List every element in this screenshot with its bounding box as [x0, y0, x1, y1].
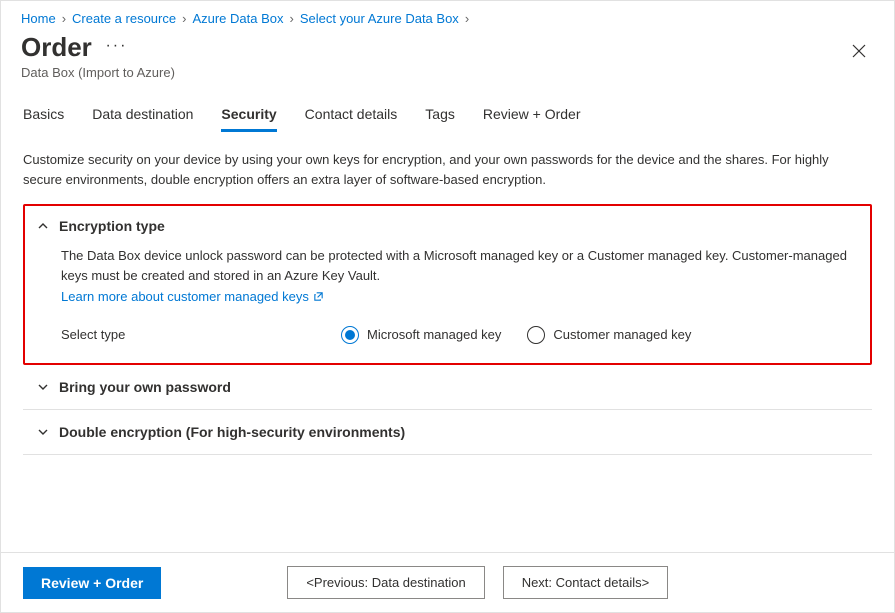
- breadcrumb-home[interactable]: Home: [21, 11, 56, 26]
- breadcrumb-azure-data-box[interactable]: Azure Data Box: [192, 11, 283, 26]
- radio-circle-icon: [341, 326, 359, 344]
- close-icon: [852, 44, 866, 58]
- review-order-button[interactable]: Review + Order: [23, 567, 161, 599]
- breadcrumb-select-box[interactable]: Select your Azure Data Box: [300, 11, 459, 26]
- chevron-right-icon: ›: [62, 11, 66, 26]
- chevron-up-icon: [37, 220, 49, 232]
- more-icon[interactable]: ···: [105, 32, 127, 60]
- encryption-body-text: The Data Box device unlock password can …: [61, 246, 856, 286]
- section-encryption-toggle[interactable]: Encryption type: [25, 206, 870, 246]
- chevron-right-icon: ›: [289, 11, 293, 26]
- section-double-title: Double encryption (For high-security env…: [59, 424, 405, 440]
- tab-list: Basics Data destination Security Contact…: [1, 94, 894, 132]
- section-password-toggle[interactable]: Bring your own password: [25, 367, 870, 407]
- radio-customer-label: Customer managed key: [553, 325, 691, 345]
- page-title: Order: [21, 32, 92, 63]
- chevron-right-icon: ›: [182, 11, 186, 26]
- tab-contact-details[interactable]: Contact details: [305, 98, 398, 132]
- section-double-encryption: Double encryption (For high-security env…: [23, 410, 872, 454]
- tab-data-destination[interactable]: Data destination: [92, 98, 193, 132]
- previous-button[interactable]: <Previous: Data destination: [287, 566, 484, 599]
- tab-review-order[interactable]: Review + Order: [483, 98, 581, 132]
- breadcrumb: Home › Create a resource › Azure Data Bo…: [1, 1, 894, 30]
- section-password-title: Bring your own password: [59, 379, 231, 395]
- radio-customer-managed-key[interactable]: Customer managed key: [527, 325, 691, 345]
- section-encryption-title: Encryption type: [59, 218, 165, 234]
- learn-more-link-text: Learn more about customer managed keys: [61, 287, 309, 307]
- section-encryption-type: Encryption type The Data Box device unlo…: [23, 204, 872, 365]
- tab-tags[interactable]: Tags: [425, 98, 455, 132]
- section-double-toggle[interactable]: Double encryption (For high-security env…: [25, 412, 870, 452]
- divider: [23, 454, 872, 455]
- footer-actions: Review + Order <Previous: Data destinati…: [1, 552, 894, 612]
- next-button[interactable]: Next: Contact details>: [503, 566, 669, 599]
- chevron-down-icon: [37, 426, 49, 438]
- select-type-label: Select type: [61, 325, 341, 345]
- learn-more-link[interactable]: Learn more about customer managed keys: [61, 287, 324, 307]
- radio-microsoft-managed-key[interactable]: Microsoft managed key: [341, 325, 501, 345]
- encryption-type-radiogroup: Microsoft managed key Customer managed k…: [341, 325, 691, 345]
- chevron-right-icon: ›: [465, 11, 469, 26]
- chevron-down-icon: [37, 381, 49, 393]
- tab-description: Customize security on your device by usi…: [1, 132, 851, 204]
- tab-security[interactable]: Security: [221, 98, 276, 132]
- radio-circle-icon: [527, 326, 545, 344]
- section-bring-your-own-password: Bring your own password: [23, 365, 872, 409]
- radio-microsoft-label: Microsoft managed key: [367, 325, 501, 345]
- tab-basics[interactable]: Basics: [23, 98, 64, 132]
- breadcrumb-create-resource[interactable]: Create a resource: [72, 11, 176, 26]
- page-header: Order ··· Data Box (Import to Azure): [1, 30, 894, 94]
- external-link-icon: [313, 291, 324, 302]
- page-subtitle: Data Box (Import to Azure): [21, 65, 175, 80]
- close-button[interactable]: [844, 36, 874, 69]
